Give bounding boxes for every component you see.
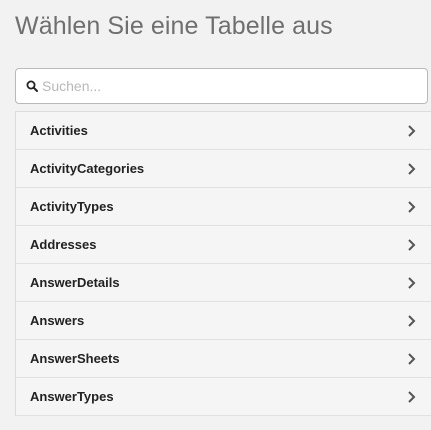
chevron-right-icon <box>407 200 417 214</box>
list-item-label: ActivityCategories <box>30 161 145 176</box>
chevron-right-icon <box>407 390 417 404</box>
table-list: Activities ActivityCategories ActivityTy… <box>15 111 431 416</box>
list-item-label: ActivityTypes <box>30 199 114 214</box>
chevron-right-icon <box>407 162 417 176</box>
list-item-activitytypes[interactable]: ActivityTypes <box>16 188 431 226</box>
chevron-right-icon <box>407 238 417 252</box>
search-box[interactable] <box>15 68 428 104</box>
list-item-answertypes[interactable]: AnswerTypes <box>16 378 431 416</box>
list-item-activitycategories[interactable]: ActivityCategories <box>16 150 431 188</box>
search-input[interactable] <box>42 78 412 94</box>
list-item-label: AnswerTypes <box>30 389 114 404</box>
list-item-activities[interactable]: Activities <box>16 112 431 150</box>
list-item-label: AnswerDetails <box>30 275 120 290</box>
list-item-answers[interactable]: Answers <box>16 302 431 340</box>
list-item-answersheets[interactable]: AnswerSheets <box>16 340 431 378</box>
list-item-label: Addresses <box>30 237 97 252</box>
list-item-addresses[interactable]: Addresses <box>16 226 431 264</box>
list-item-answerdetails[interactable]: AnswerDetails <box>16 264 431 302</box>
chevron-right-icon <box>407 124 417 138</box>
page-title: Wählen Sie eine Tabelle aus <box>15 12 333 40</box>
list-item-label: Answers <box>30 313 85 328</box>
chevron-right-icon <box>407 276 417 290</box>
chevron-right-icon <box>407 314 417 328</box>
list-item-label: AnswerSheets <box>30 351 120 366</box>
chevron-right-icon <box>407 352 417 366</box>
search-icon <box>26 80 38 92</box>
list-item-label: Activities <box>30 123 88 138</box>
